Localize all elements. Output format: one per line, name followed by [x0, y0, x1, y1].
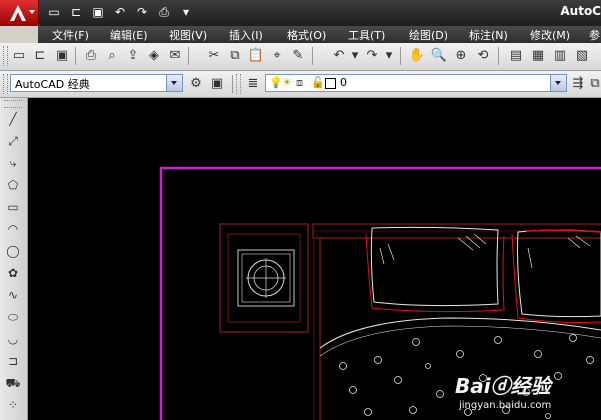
application-button[interactable]: [0, 0, 39, 26]
save-icon[interactable]: ▣: [88, 3, 108, 21]
make-block-icon[interactable]: ⛟: [4, 374, 22, 392]
zoom-previous-icon[interactable]: ⟲: [474, 47, 492, 65]
copy-icon[interactable]: ⧉: [226, 47, 244, 65]
cut-icon[interactable]: ✂: [205, 47, 223, 65]
autocad-logo-icon: [10, 5, 26, 21]
toolbar-grip[interactable]: [3, 46, 8, 66]
workspace-save-icon[interactable]: ▣: [208, 75, 226, 93]
save-icon[interactable]: ▣: [53, 47, 71, 65]
quick-access-toolbar: ▭ ⊏ ▣ ↶ ↷ ⎙ ▾: [44, 3, 196, 23]
menu-draw[interactable]: 绘图(D): [409, 27, 448, 43]
line-icon[interactable]: ╱: [4, 110, 22, 128]
tool-palettes-icon[interactable]: ▥: [551, 47, 569, 65]
window-title: AutoC: [560, 4, 601, 18]
polyline-icon[interactable]: ⤷: [4, 154, 22, 172]
menu-bar: 文件(F) 编辑(E) 视图(V) 插入(I) 格式(O) 工具(T) 绘图(D…: [38, 26, 601, 43]
layer-color-swatch: [325, 78, 336, 89]
chevron-down-icon[interactable]: [550, 75, 566, 91]
redo-icon[interactable]: ↷: [363, 47, 381, 65]
menu-modify[interactable]: 修改(M): [530, 27, 570, 43]
menu-file[interactable]: 文件(F): [52, 27, 89, 43]
dropdown-icon[interactable]: ▾: [176, 3, 196, 21]
unlock-icon: 🔓: [311, 76, 325, 89]
menu-parameter[interactable]: 参: [589, 27, 600, 43]
menu-view[interactable]: 视图(V): [169, 27, 207, 43]
plot-preview-icon[interactable]: ⌕: [103, 47, 121, 65]
publish-icon[interactable]: ⇪: [124, 47, 142, 65]
menu-format[interactable]: 格式(O): [287, 27, 326, 43]
circle-icon[interactable]: ◯: [4, 242, 22, 260]
standard-toolbar: ▭ ⊏ ▣ ⎙ ⌕ ⇪ ◈ ✉ ✂ ⧉ 📋 ⌖ ✎ ↶ ▾ ↷ ▾ ✋ 🔍 ⊕ …: [0, 43, 601, 71]
make-layer-current-icon[interactable]: ⇶: [569, 75, 587, 93]
polygon-icon[interactable]: ⬠: [4, 176, 22, 194]
pillow-left-outline: [365, 233, 505, 313]
workspace-value: AutoCAD 经典: [15, 78, 90, 91]
open-icon[interactable]: ⊏: [66, 3, 86, 21]
insert-block-icon[interactable]: ⊐: [4, 352, 22, 370]
wrinkle: [527, 235, 591, 269]
pan-icon[interactable]: ✋: [408, 47, 426, 65]
qnew-icon[interactable]: ▭: [10, 47, 28, 65]
zoom-window-icon[interactable]: ⊕: [452, 47, 470, 65]
watermark: Baiⓓ经验 jingyan.baidu.com: [429, 368, 599, 418]
pillow-right: [517, 229, 601, 318]
open-icon[interactable]: ⊏: [31, 47, 49, 65]
arc-icon[interactable]: ◠: [4, 220, 22, 238]
menu-tools[interactable]: 工具(T): [348, 27, 385, 43]
menu-insert[interactable]: 插入(I): [229, 27, 263, 43]
etransmit-icon[interactable]: ✉: [166, 47, 184, 65]
draw-toolbar: ╱ ⤢ ⤷ ⬠ ▭ ◠ ◯ ✿ ∿ ⬭ ◡ ⊐ ⛟ ⁘: [0, 98, 28, 420]
toolbar-grip[interactable]: [4, 100, 22, 108]
revision-cloud-icon[interactable]: ✿: [4, 264, 22, 282]
drawing-canvas[interactable]: Baiⓓ经验 jingyan.baidu.com: [28, 98, 601, 420]
wrinkle: [379, 243, 395, 265]
chevron-down-icon[interactable]: [166, 75, 182, 91]
menu-edit[interactable]: 编辑(E): [110, 27, 148, 43]
watermark-url: jingyan.baidu.com: [459, 400, 552, 411]
properties-icon[interactable]: ▤: [507, 47, 525, 65]
sheet-set-icon[interactable]: ▧: [573, 47, 591, 65]
layer-name-value: 0: [340, 76, 347, 89]
redo-dropdown-icon[interactable]: ▾: [380, 47, 398, 65]
3d-dwf-icon[interactable]: ◈: [145, 47, 163, 65]
plot-icon[interactable]: ⎙: [154, 3, 174, 21]
toolbar-grip[interactable]: [236, 74, 241, 94]
layer-previous-icon[interactable]: ⧉: [586, 75, 601, 93]
undo-dropdown-icon[interactable]: ▾: [346, 47, 364, 65]
ellipse-icon[interactable]: ⬭: [4, 308, 22, 326]
ellipse-arc-icon[interactable]: ◡: [4, 330, 22, 348]
workspace-select[interactable]: AutoCAD 经典: [10, 74, 183, 92]
block-editor-icon[interactable]: ✎: [289, 47, 307, 65]
zoom-realtime-icon[interactable]: 🔍: [430, 47, 448, 65]
duvet-edge-inner: [319, 325, 601, 357]
chevron-down-icon: [29, 10, 35, 14]
workspace-layer-toolbar: AutoCAD 经典 ⚙ ▣ ≣ 💡 ☀ ⧈ 🔓 0 ⇶ ⧉: [0, 71, 601, 98]
design-center-icon[interactable]: ▦: [529, 47, 547, 65]
plot-icon[interactable]: ⎙: [82, 47, 100, 65]
spline-icon[interactable]: ∿: [4, 286, 22, 304]
match-properties-icon[interactable]: ⌖: [268, 47, 286, 65]
layer-properties-icon[interactable]: ≣: [244, 75, 262, 93]
lightbulb-icon: 💡: [269, 76, 283, 89]
sun-icon: ☀: [282, 76, 292, 89]
construction-line-icon[interactable]: ⤢: [4, 132, 22, 150]
pillow-left: [370, 226, 499, 307]
rectangle-icon[interactable]: ▭: [4, 198, 22, 216]
point-icon[interactable]: ⁘: [4, 396, 22, 414]
workspace-settings-icon[interactable]: ⚙: [187, 75, 205, 93]
layer-select[interactable]: 💡 ☀ ⧈ 🔓 0: [265, 74, 567, 92]
toolbar-grip[interactable]: [3, 74, 8, 94]
pillow-right-outline: [511, 233, 601, 323]
undo-icon[interactable]: ↶: [110, 3, 130, 21]
new-icon[interactable]: ▭: [44, 3, 64, 21]
menu-dimension[interactable]: 标注(N): [469, 27, 508, 43]
paste-icon[interactable]: 📋: [247, 47, 265, 65]
baidu-logo: Baiⓓ经验: [455, 374, 551, 398]
wrinkle: [457, 233, 487, 251]
viewport-freeze-icon: ⧈: [296, 76, 303, 89]
redo-icon[interactable]: ↷: [132, 3, 152, 21]
